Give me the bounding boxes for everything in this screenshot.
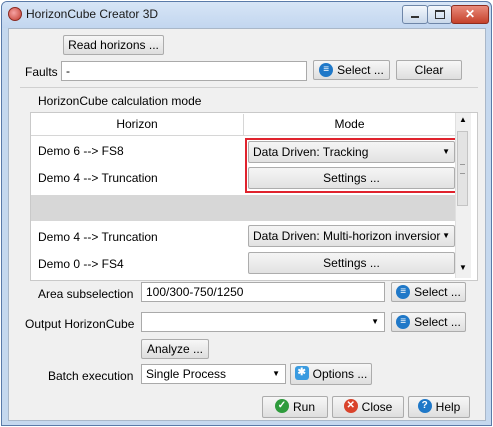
app-icon (8, 7, 22, 21)
batch-label: Batch execution (48, 369, 134, 383)
output-select-button[interactable]: ≡ Select ... (391, 312, 466, 332)
window-close-button[interactable]: ✕ (451, 5, 489, 24)
select-icon: ≡ (396, 285, 411, 299)
chevron-down-icon: ▼ (272, 369, 280, 378)
faults-field[interactable]: - (61, 61, 307, 81)
help-icon: ? (417, 399, 432, 413)
run-button[interactable]: ✓ Run (262, 396, 328, 418)
analyze-button[interactable]: Analyze ... (141, 339, 209, 359)
close-icon: ✕ (464, 7, 476, 21)
close-button[interactable]: ✕ Close (332, 396, 404, 418)
window-title: HorizonCube Creator 3D (26, 7, 159, 21)
area-select-button[interactable]: ≡ Select ... (391, 282, 466, 302)
calc-mode-title: HorizonCube calculation mode (38, 94, 202, 108)
maximize-icon (435, 10, 445, 19)
chevron-down-icon: ▼ (442, 231, 450, 240)
column-header-mode[interactable]: Mode (243, 114, 455, 136)
select-icon: ≡ (319, 63, 334, 77)
scroll-up-icon[interactable]: ▲ (456, 115, 470, 127)
table-row-horizon: Demo 6 --> FS8 (38, 144, 124, 158)
output-dropdown[interactable]: ▼ (141, 312, 385, 332)
scroll-down-icon[interactable]: ▼ (456, 263, 470, 275)
help-button[interactable]: ? Help (408, 396, 470, 418)
column-header-horizon[interactable]: Horizon (31, 114, 243, 136)
minimize-button[interactable] (402, 5, 428, 24)
select-icon: ≡ (396, 315, 411, 329)
mode-settings-button[interactable]: Settings ... (248, 252, 455, 274)
table-row-separator (31, 195, 455, 221)
close-icon: ✕ (343, 399, 358, 413)
options-button[interactable]: ✱ Options ... (290, 363, 372, 385)
batch-dropdown[interactable]: Single Process ▼ (141, 364, 286, 384)
maximize-button[interactable] (427, 5, 452, 24)
output-label: Output HorizonCube (25, 317, 135, 331)
table-row-horizon: Demo 0 --> FS4 (38, 257, 124, 271)
run-icon: ✓ (274, 399, 289, 413)
highlight-box (245, 138, 458, 193)
table-row-horizon: Demo 4 --> Truncation (38, 230, 158, 244)
mode-dropdown[interactable]: Data Driven: Multi-horizon inversior ▼ (248, 225, 455, 247)
grip-icon (460, 164, 465, 174)
faults-select-button[interactable]: ≡ Select ... (313, 60, 390, 80)
separator (20, 87, 478, 88)
area-field[interactable]: 100/300-750/1250 (141, 282, 385, 302)
faults-clear-button[interactable]: Clear (396, 60, 462, 80)
faults-label: Faults (25, 65, 58, 79)
chevron-down-icon: ▼ (371, 317, 379, 326)
gear-icon: ✱ (294, 366, 309, 380)
read-horizons-button[interactable]: Read horizons ... (63, 35, 164, 55)
area-label: Area subselection (38, 287, 134, 301)
minimize-icon (411, 16, 419, 18)
table-row-horizon: Demo 4 --> Truncation (38, 171, 158, 185)
